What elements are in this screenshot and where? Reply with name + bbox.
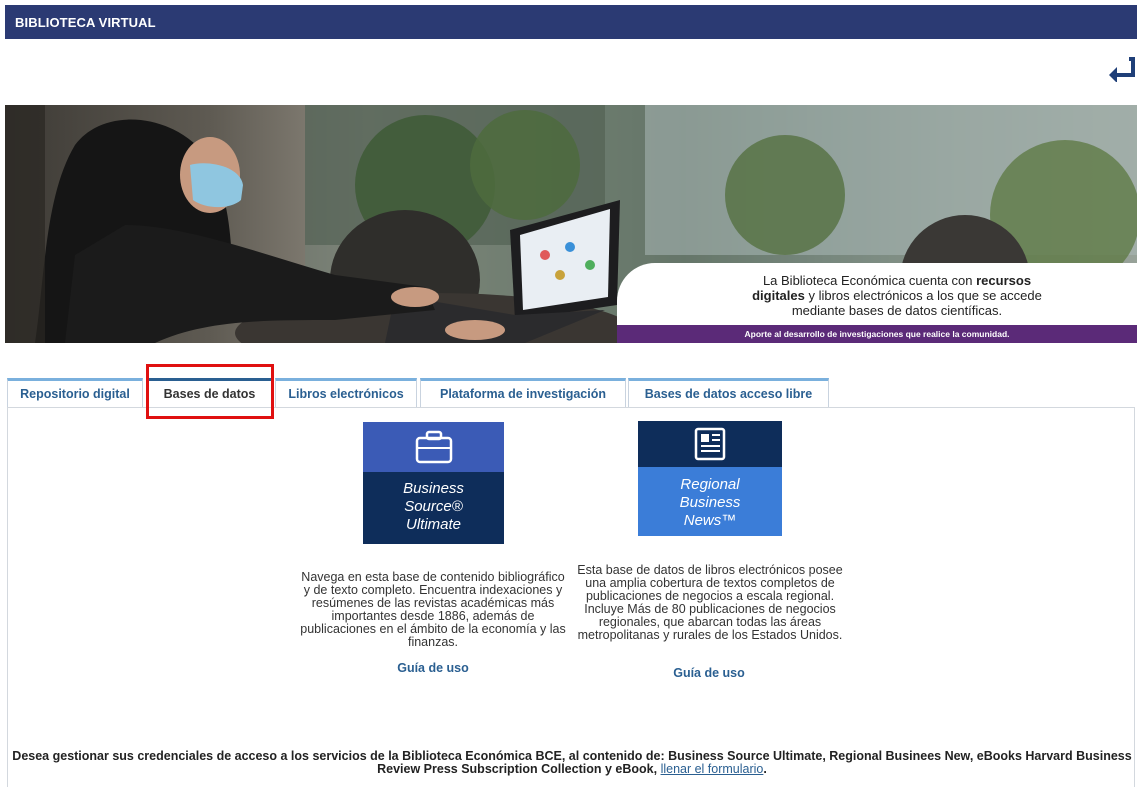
hero-caption-line2: digitales y libros electrónicos a los qu… xyxy=(752,288,1042,303)
form-link[interactable]: llenar el formulario xyxy=(661,762,764,776)
tab-panel xyxy=(7,407,1135,787)
database-title: Regional Business News™ xyxy=(679,476,741,529)
tab-libros-electronicos[interactable]: Libros electrónicos xyxy=(275,378,417,408)
card-top-band xyxy=(638,421,782,467)
return-arrow-icon[interactable] xyxy=(1107,56,1137,83)
credentials-note: Desea gestionar sus credenciales de acce… xyxy=(10,750,1134,776)
regional-business-news-card[interactable]: Regional Business News™ xyxy=(638,421,782,536)
hero-caption-line1: La Biblioteca Económica cuenta con recur… xyxy=(762,273,1032,288)
guia-de-uso-link[interactable]: Guía de uso xyxy=(380,661,486,675)
card-top-band xyxy=(363,422,504,472)
newspaper-icon xyxy=(694,427,726,461)
header-bar: BIBLIOTECA VIRTUAL xyxy=(5,5,1137,39)
tab-bases-de-datos-acceso-libre[interactable]: Bases de datos acceso libre xyxy=(628,378,829,408)
hero-caption-line3: mediante bases de datos científicas. xyxy=(791,303,1003,318)
tab-bases-de-datos[interactable]: Bases de datos xyxy=(147,378,272,409)
hero-strip: Aporte al desarrollo de investigaciones … xyxy=(617,325,1137,343)
credentials-tail: . xyxy=(763,762,767,776)
hero-banner: La Biblioteca Económica cuenta con recur… xyxy=(5,105,1137,343)
briefcase-icon xyxy=(415,430,453,464)
tab-repositorio-digital[interactable]: Repositorio digital xyxy=(7,378,143,408)
business-source-ultimate-card[interactable]: Business Source® Ultimate xyxy=(363,422,504,544)
credentials-text: Desea gestionar sus credenciales de acce… xyxy=(12,749,1132,776)
guia-de-uso-link[interactable]: Guía de uso xyxy=(656,666,762,680)
database-title: Business Source® Ultimate xyxy=(403,480,464,533)
tab-plataforma-de-investigacion[interactable]: Plataforma de investigación xyxy=(420,378,626,408)
database-description: Esta base de datos de libros electrónico… xyxy=(577,563,843,642)
database-description: Navega en esta base de contenido bibliog… xyxy=(300,570,566,649)
page-title: BIBLIOTECA VIRTUAL xyxy=(15,15,156,30)
